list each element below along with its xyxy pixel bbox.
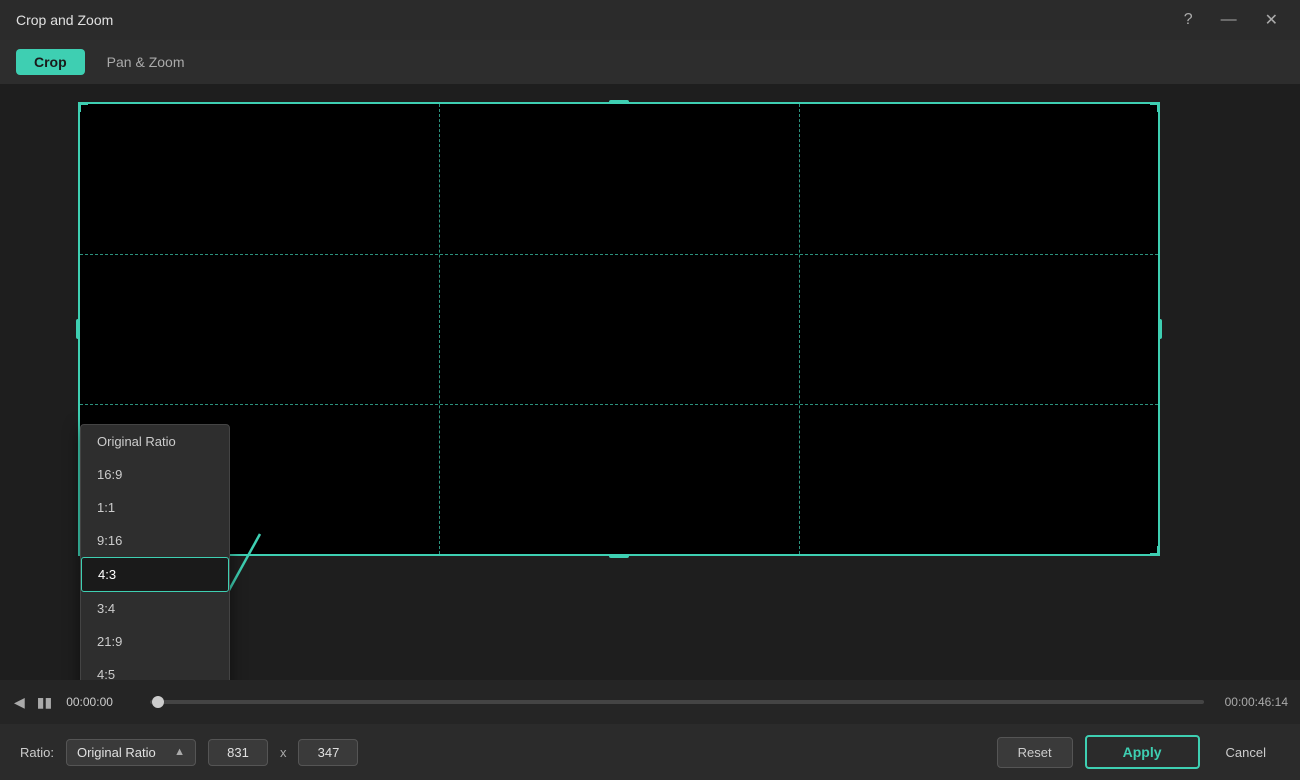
- menu-item-original-ratio[interactable]: Original Ratio: [81, 425, 229, 458]
- time-total: 00:00:46:14: [1216, 695, 1288, 709]
- ratio-dropdown-menu: Original Ratio 16:9 1:1 9:16 4:3 3:4 21:…: [80, 424, 230, 680]
- menu-item-4-3[interactable]: 4:3: [81, 557, 229, 592]
- title-bar: Crop and Zoom ? — ✕: [0, 0, 1300, 40]
- width-input[interactable]: [208, 739, 268, 766]
- ratio-selected-value: Original Ratio: [77, 745, 156, 760]
- crop-border: [78, 102, 1160, 556]
- time-current: 00:00:00: [66, 695, 138, 709]
- menu-item-4-5[interactable]: 4:5: [81, 658, 229, 680]
- timeline-track[interactable]: [150, 700, 1204, 704]
- handle-top-right[interactable]: [1150, 102, 1160, 112]
- tab-bar: Crop Pan & Zoom: [0, 40, 1300, 84]
- grid-line-v2: [799, 104, 800, 554]
- size-separator: x: [280, 745, 287, 760]
- timeline-thumb[interactable]: [152, 696, 164, 708]
- grid-line-h1: [80, 254, 1158, 255]
- menu-item-21-9[interactable]: 21:9: [81, 625, 229, 658]
- tab-pan-zoom[interactable]: Pan & Zoom: [93, 49, 199, 75]
- close-button[interactable]: ✕: [1259, 8, 1284, 32]
- ratio-select-button[interactable]: Original Ratio ▲: [66, 739, 196, 766]
- handle-mid-left[interactable]: [76, 319, 80, 339]
- help-button[interactable]: ?: [1178, 9, 1199, 31]
- timeline-bar: ◀ ▮▮ 00:00:00 00:00:46:14: [0, 680, 1300, 724]
- menu-item-3-4[interactable]: 3:4: [81, 592, 229, 625]
- handle-mid-right[interactable]: [1158, 319, 1162, 339]
- handle-top-left[interactable]: [78, 102, 88, 112]
- menu-item-16-9[interactable]: 16:9: [81, 458, 229, 491]
- title-bar-controls: ? — ✕: [1178, 8, 1284, 32]
- height-input[interactable]: [298, 739, 358, 766]
- pause-button[interactable]: ▮▮: [35, 692, 54, 713]
- reset-button[interactable]: Reset: [997, 737, 1073, 768]
- play-back-button[interactable]: ◀: [12, 692, 27, 713]
- canvas-area: Original Ratio 16:9 1:1 9:16 4:3 3:4 21:…: [0, 84, 1300, 680]
- cancel-button[interactable]: Cancel: [1212, 738, 1280, 767]
- handle-top-mid[interactable]: [609, 100, 629, 104]
- grid-line-v1: [439, 104, 440, 554]
- minimize-button[interactable]: —: [1215, 9, 1243, 31]
- ratio-label: Ratio:: [20, 745, 54, 760]
- chevron-up-icon: ▲: [174, 746, 185, 758]
- menu-item-9-16[interactable]: 9:16: [81, 524, 229, 557]
- grid-line-h2: [80, 404, 1158, 405]
- crop-canvas[interactable]: [78, 102, 1160, 556]
- handle-bottom-right[interactable]: [1150, 546, 1160, 556]
- bottom-bar: Ratio: Original Ratio ▲ x Reset Apply Ca…: [0, 724, 1300, 780]
- apply-button[interactable]: Apply: [1085, 735, 1200, 769]
- timeline-controls: ◀ ▮▮: [12, 692, 54, 713]
- menu-item-1-1[interactable]: 1:1: [81, 491, 229, 524]
- handle-bottom-mid[interactable]: [609, 554, 629, 558]
- tab-crop[interactable]: Crop: [16, 49, 85, 75]
- dialog-title: Crop and Zoom: [16, 12, 1178, 28]
